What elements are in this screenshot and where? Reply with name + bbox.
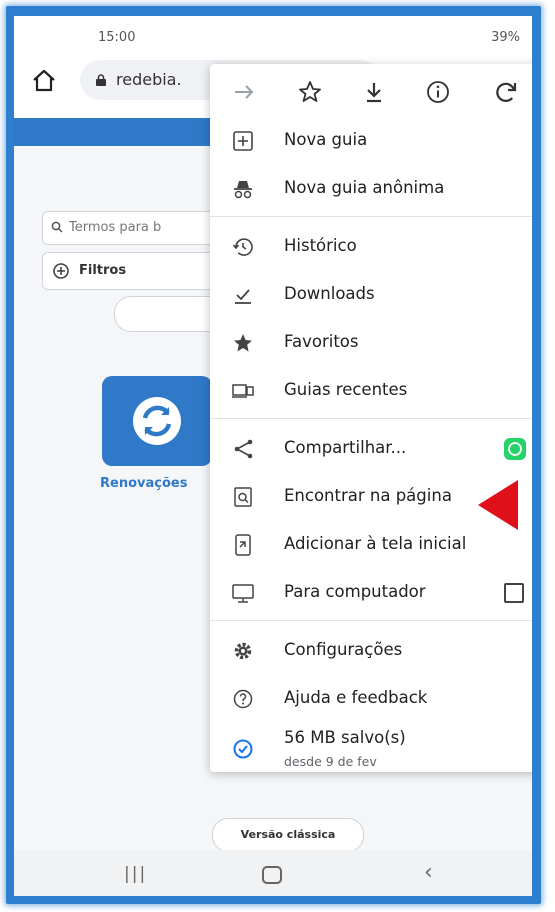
gear-icon	[234, 642, 252, 660]
history-icon	[232, 238, 253, 256]
lock-icon	[96, 74, 106, 86]
menu-divider	[210, 418, 532, 419]
classic-version-button[interactable]: Versão clássica	[212, 818, 364, 852]
saved-subtitle: desde 9 de fev	[284, 754, 377, 769]
status-time: 15:00	[98, 30, 136, 45]
plus-box-icon	[233, 131, 253, 151]
url-text: redebia.	[116, 70, 182, 89]
incognito-icon	[234, 181, 252, 199]
menu-item-label: Compartilhar...	[284, 438, 407, 457]
desktop-icon	[232, 584, 254, 603]
add-to-home-icon	[235, 534, 251, 556]
browser-overflow-menu: Nova guia Nova guia anônima Histórico Do…	[210, 64, 532, 772]
highlight-arrow-icon	[478, 480, 518, 530]
menu-item-label: Para computador	[284, 582, 426, 601]
back-icon[interactable]: ‹	[424, 860, 433, 885]
menu-item-downloads[interactable]: Downloads	[210, 274, 532, 314]
home-icon[interactable]	[30, 66, 58, 94]
status-battery: 39%	[491, 30, 520, 45]
menu-item-label: Guias recentes	[284, 380, 408, 399]
menu-item-label: Nova guia	[284, 130, 368, 149]
menu-item-label: Configurações	[284, 640, 403, 659]
status-bar: 15:00 39%	[14, 16, 532, 52]
search-placeholder: Termos para b	[69, 220, 162, 235]
menu-item-guias-recentes[interactable]: Guias recentes	[210, 370, 532, 410]
menu-item-label: Encontrar na página	[284, 486, 452, 505]
menu-item-label: Nova guia anônima	[284, 178, 445, 197]
menu-item-nova-guia[interactable]: Nova guia	[210, 120, 532, 160]
forward-icon[interactable]	[226, 74, 262, 110]
menu-item-label: Ajuda e feedback	[284, 688, 428, 707]
menu-item-nova-guia-anonima[interactable]: Nova guia anônima	[210, 168, 532, 208]
menu-divider	[210, 620, 532, 621]
menu-item-para-computador[interactable]: Para computador	[210, 572, 532, 612]
recent-tabs-icon	[232, 384, 254, 398]
menu-item-favoritos[interactable]: Favoritos	[210, 322, 532, 362]
star-icon	[234, 334, 252, 352]
download-icon	[235, 289, 251, 304]
desktop-site-checkbox[interactable]	[504, 583, 524, 603]
menu-item-adicionar-a-tela-inicial[interactable]: Adicionar à tela inicial	[210, 524, 532, 564]
help-icon	[233, 689, 253, 709]
download-page-icon[interactable]	[356, 74, 392, 110]
search-icon	[51, 221, 63, 233]
saved-title: 56 MB salvo(s)	[284, 728, 406, 747]
bookmark-star-icon[interactable]	[292, 74, 328, 110]
phone-screen: 15:00 39% redebia. Termos para b Filtros…	[14, 16, 532, 896]
menu-item-label: Adicionar à tela inicial	[284, 534, 467, 553]
menu-item-ajuda-e-feedback[interactable]: Ajuda e feedback	[210, 678, 532, 718]
menu-item-data-saver[interactable]: 56 MB salvo(s) desde 9 de fev	[210, 720, 532, 772]
plus-circle-icon	[53, 263, 69, 279]
home-button-icon[interactable]	[262, 866, 282, 884]
share-icon	[234, 439, 253, 459]
data-saver-icon	[233, 739, 253, 759]
find-in-page-icon	[234, 487, 252, 507]
menu-item-compartilhar[interactable]: Compartilhar...	[210, 428, 532, 468]
menu-item-configuracoes[interactable]: Configurações	[210, 630, 532, 670]
menu-item-label: Histórico	[284, 236, 357, 255]
menu-divider	[210, 216, 532, 217]
android-nav-bar: ||| ‹	[14, 850, 532, 896]
menu-item-historico[interactable]: Histórico	[210, 226, 532, 266]
filters-label: Filtros	[79, 263, 127, 278]
renovacoes-tile[interactable]	[102, 376, 212, 466]
search-input[interactable]: Termos para b	[42, 211, 234, 245]
menu-item-label: Favoritos	[284, 332, 359, 351]
reload-icon[interactable]	[488, 74, 524, 110]
filters-button[interactable]: Filtros	[42, 252, 234, 290]
refresh-icon	[133, 397, 181, 445]
menu-item-label: Downloads	[284, 284, 375, 303]
renovacoes-label[interactable]: Renovações	[100, 476, 187, 491]
recent-apps-icon[interactable]: |||	[124, 864, 147, 884]
info-icon[interactable]	[420, 74, 456, 110]
whatsapp-icon[interactable]	[504, 438, 526, 460]
